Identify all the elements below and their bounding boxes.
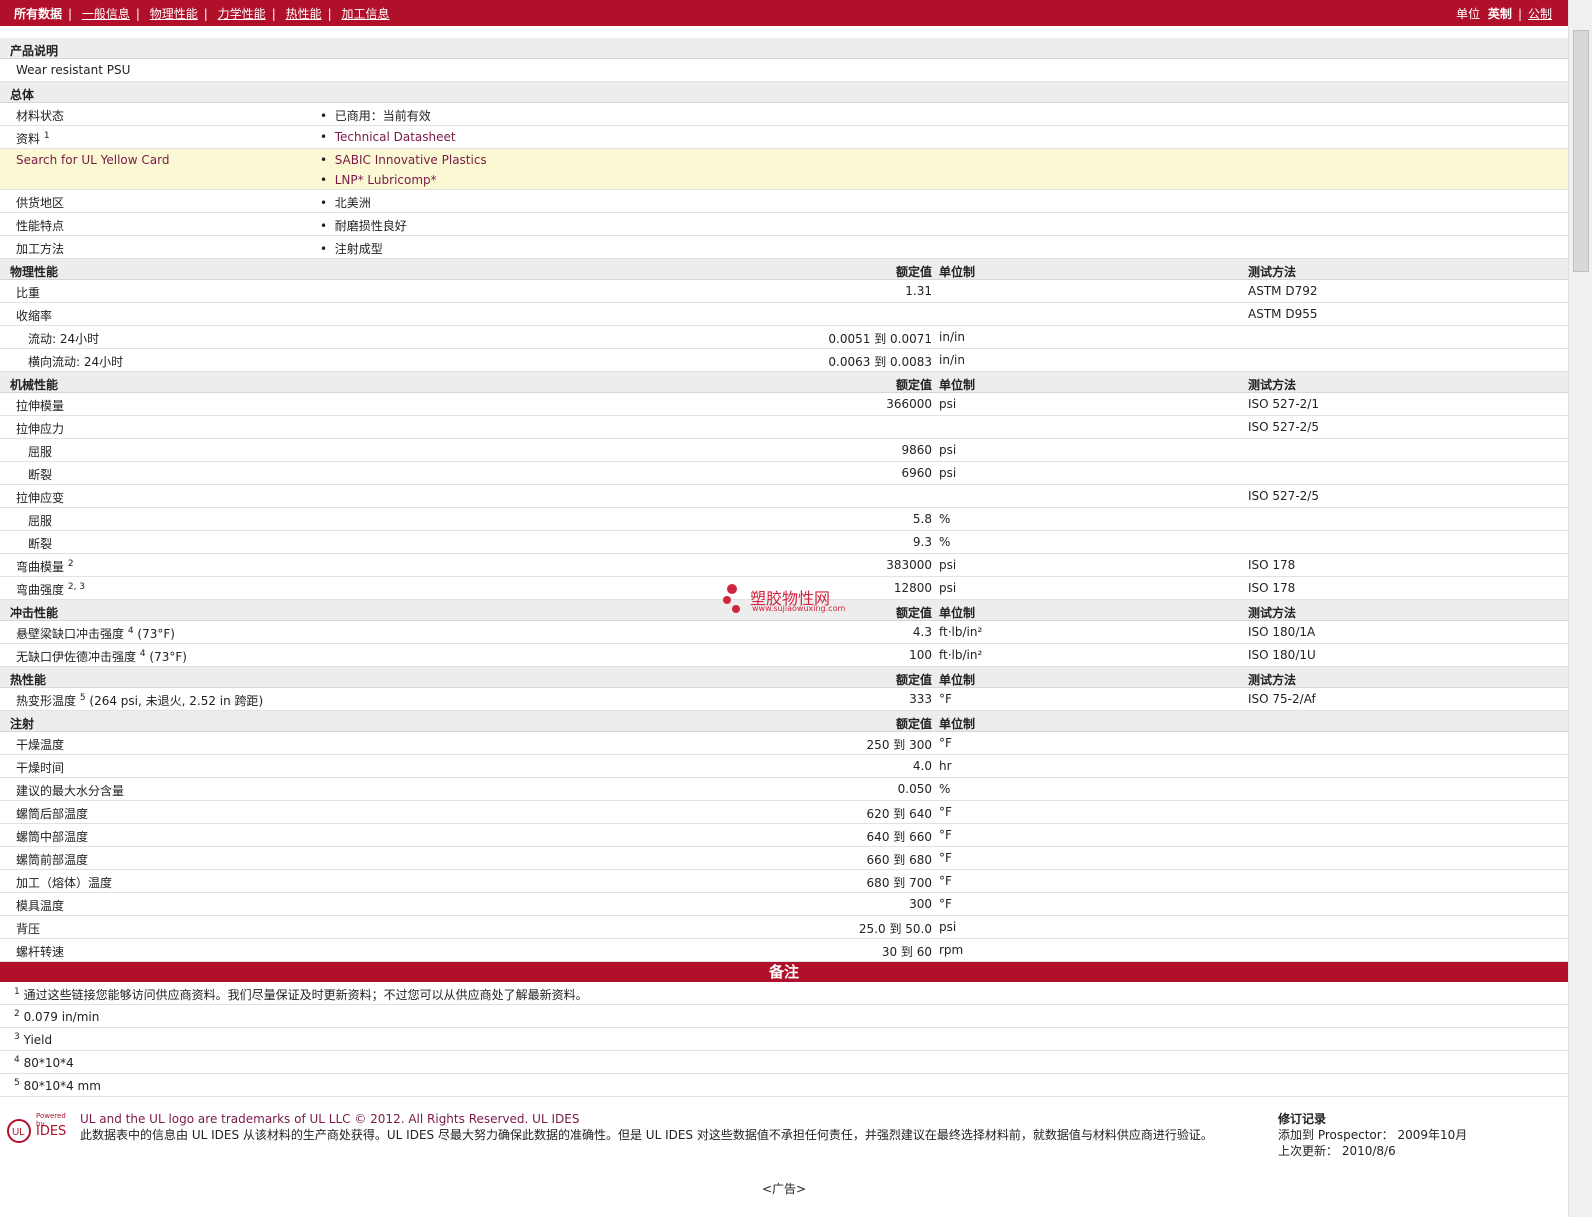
row-te-yield: 屈服 5.8%	[0, 508, 1568, 531]
tab-general-info[interactable]: 一般信息	[82, 7, 130, 21]
row-shrink: 收缩率 ASTM D955	[0, 303, 1568, 326]
unit-imperial: 英制	[1487, 7, 1512, 21]
technical-datasheet-link[interactable]: Technical Datasheet	[335, 130, 456, 144]
lnp-lubricomp-link[interactable]: LNP* Lubricomp*	[335, 173, 437, 187]
note-item: 3 Yield	[0, 1028, 1568, 1051]
row-ul-search: Search for UL Yellow Card • SABIC Innovat…	[0, 149, 1568, 190]
scrollbar-thumb[interactable]	[1573, 30, 1589, 272]
section-title: 产品说明	[10, 44, 59, 58]
nav-tabs: 所有数据 | 一般信息 | 物理性能 | 力学性能 | 热性能 | 加工信息	[14, 7, 390, 21]
row-material-status: 材料状态 • 已商用：当前有效	[0, 103, 1568, 126]
footer-disclaimer: UL and the UL logo are trademarks of UL …	[80, 1112, 1213, 1142]
section-description: 产品说明	[0, 38, 1568, 59]
note-item: 1 通过这些链接您能够访问供应商资料。我们尽量保证及时更新资料；不过您可以从供应…	[0, 982, 1568, 1005]
tab-processing[interactable]: 加工信息	[341, 7, 389, 21]
row-injection: 螺杆转速 30 到 60 rpm	[0, 939, 1568, 962]
row-region: 供货地区 • 北美洲	[0, 190, 1568, 213]
row-hdt: 热变形温度 5 (264 psi, 未退火, 2.52 in 跨距) 333 °F I…	[0, 688, 1568, 711]
advertisement-placeholder[interactable]: <广告>	[0, 1180, 1568, 1197]
row-process: 加工方法 • 注射成型	[0, 236, 1568, 259]
section-title: 总体	[10, 88, 35, 102]
note-item: 5 80*10*4 mm	[0, 1074, 1568, 1097]
row-xflow: 横向流动: 24小时 0.0063 到 0.0083 in/in	[0, 349, 1568, 372]
tab-thermal[interactable]: 热性能	[286, 7, 322, 21]
row-injection: 干燥时间 4.0 hr	[0, 755, 1568, 778]
revision-history: 修订记录 添加到 Prospector： 2009年10月 上次更新： 2010…	[1278, 1112, 1468, 1158]
section-general: 总体	[0, 82, 1568, 103]
product-description: Wear resistant PSU	[16, 63, 131, 77]
tab-all-data[interactable]: 所有数据	[14, 7, 62, 21]
row-tstrain: 拉伸应变 ISO 527-2/5	[0, 485, 1568, 508]
unit-switcher: 单位 英制 | 公制	[1456, 7, 1552, 21]
row-ts-yield: 屈服 9860 psi	[0, 439, 1568, 462]
row-izod: 悬壁梁缺口冲击强度 4 (73°F) 4.3 ft·lb/in² ISO 180/1A	[0, 621, 1568, 644]
ul-yellow-card-link[interactable]: Search for UL Yellow Card	[16, 153, 169, 167]
unit-label: 单位	[1456, 7, 1481, 21]
row-fmod: 弯曲模量 2 383000 psi ISO 178	[0, 554, 1568, 577]
description-row: Wear resistant PSU	[0, 59, 1568, 82]
unit-metric-link[interactable]: 公制	[1528, 7, 1552, 21]
row-tmod: 拉伸模量 366000 psi ISO 527-2/1	[0, 393, 1568, 416]
datasheet-table: 产品说明 Wear resistant PSU 总体 材料状态 • 已商用：当前有…	[0, 38, 1568, 1097]
row-injection: 螺筒后部温度 620 到 640 °F	[0, 801, 1568, 824]
row-injection: 模具温度 300 °F	[0, 893, 1568, 916]
vertical-scrollbar[interactable]	[1568, 0, 1592, 1217]
row-injection: 背压 25.0 到 50.0 psi	[0, 916, 1568, 939]
row-flow: 流动: 24小时 0.0051 到 0.0071 in/in	[0, 326, 1568, 349]
section-physical: 物理性能 额定值 单位制 测试方法	[0, 259, 1568, 280]
note-item: 2 0.079 in/min	[0, 1005, 1568, 1028]
watermark-dots-icon	[723, 584, 740, 613]
tab-mechanical[interactable]: 力学性能	[218, 7, 266, 21]
top-nav-bar: 所有数据 | 一般信息 | 物理性能 | 力学性能 | 热性能 | 加工信息 单位 英制 |…	[0, 0, 1568, 26]
row-injection: 建议的最大水分含量 0.050%	[0, 778, 1568, 801]
ul-ides-logo: Powered by UL IDES	[6, 1112, 70, 1152]
row-docs: 资料 1 • Technical Datasheet	[0, 126, 1568, 149]
section-injection: 注射 额定值 单位制	[0, 711, 1568, 732]
row-sg: 比重 1.31 ASTM D792	[0, 280, 1568, 303]
row-injection: 螺筒前部温度 660 到 680 °F	[0, 847, 1568, 870]
section-mechanical: 机械性能 额定值 单位制 测试方法	[0, 372, 1568, 393]
section-thermal: 热性能 额定值 单位制 测试方法	[0, 667, 1568, 688]
tab-physical[interactable]: 物理性能	[150, 7, 198, 21]
row-izod-unnotched: 无缺口伊佐德冲击强度 4 (73°F) 100 ft·lb/in² ISO 180/1…	[0, 644, 1568, 667]
note-item: 4 80*10*4	[0, 1051, 1568, 1074]
footer: Powered by UL IDES UL and the UL logo ar…	[0, 1108, 1568, 1168]
row-injection: 加工（熔体）温度 680 到 700 °F	[0, 870, 1568, 893]
row-injection: 干燥温度 250 到 300 °F	[0, 732, 1568, 755]
sabic-link[interactable]: SABIC Innovative Plastics	[335, 153, 487, 167]
row-injection: 螺筒中部温度 640 到 660 °F	[0, 824, 1568, 847]
row-features: 性能特点 • 耐磨损性良好	[0, 213, 1568, 236]
notes-header: 备注	[0, 962, 1568, 982]
row-te-break: 断裂 9.3%	[0, 531, 1568, 554]
svg-text:UL: UL	[12, 1127, 25, 1138]
row-ts-break: 断裂 6960 psi	[0, 462, 1568, 485]
row-tstress: 拉伸应力 ISO 527-2/5	[0, 416, 1568, 439]
ul-logo-icon: UL	[7, 1119, 31, 1143]
